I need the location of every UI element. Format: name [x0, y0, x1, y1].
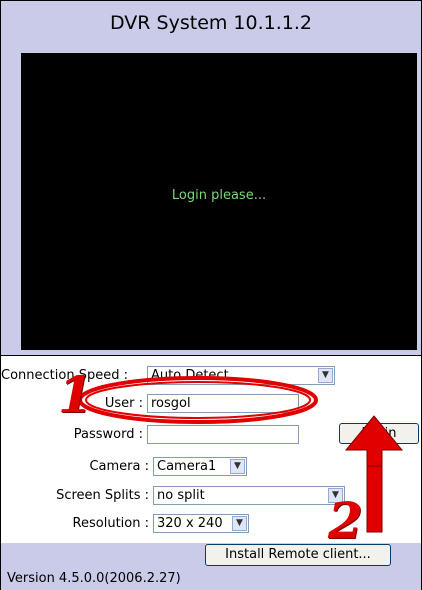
- footer: Install Remote client... Version 4.5.0.0…: [0, 543, 422, 590]
- screen-splits-value: no split: [157, 488, 205, 503]
- video-panel: Login please...: [0, 45, 422, 355]
- password-input[interactable]: [147, 425, 299, 444]
- install-remote-client-button[interactable]: Install Remote client...: [205, 544, 391, 566]
- camera-value: Camera1: [157, 459, 217, 474]
- screen-splits-label: Screen Splits :: [56, 488, 149, 503]
- password-label: Password :: [73, 427, 143, 442]
- resolution-label: Resolution :: [72, 516, 149, 531]
- screen-splits-select[interactable]: no split ▼: [153, 486, 345, 505]
- camera-select[interactable]: Camera1 ▼: [153, 457, 247, 476]
- chevron-down-icon[interactable]: ▼: [230, 459, 245, 474]
- app-title: DVR System 10.1.1.2: [0, 0, 422, 46]
- version-text: Version 4.5.0.0(2006.2.27): [7, 571, 181, 586]
- camera-label: Camera :: [89, 459, 149, 474]
- step-1-label: 1: [58, 365, 93, 424]
- chevron-down-icon[interactable]: ▼: [232, 516, 247, 531]
- connection-speed-value: Auto Detect: [151, 368, 229, 383]
- chevron-down-icon[interactable]: ▼: [318, 368, 333, 383]
- connection-speed-select[interactable]: Auto Detect ▼: [147, 366, 335, 385]
- video-display: Login please...: [21, 53, 417, 350]
- step-2-label: 2: [328, 491, 363, 550]
- login-button[interactable]: Login: [339, 423, 419, 444]
- video-message: Login please...: [171, 188, 267, 203]
- resolution-select[interactable]: 320 x 240 ▼: [153, 514, 249, 533]
- resolution-value: 320 x 240: [157, 516, 223, 531]
- dvr-app: DVR System 10.1.1.2 Login please... Conn…: [0, 0, 422, 590]
- user-input[interactable]: rosgol: [147, 394, 299, 413]
